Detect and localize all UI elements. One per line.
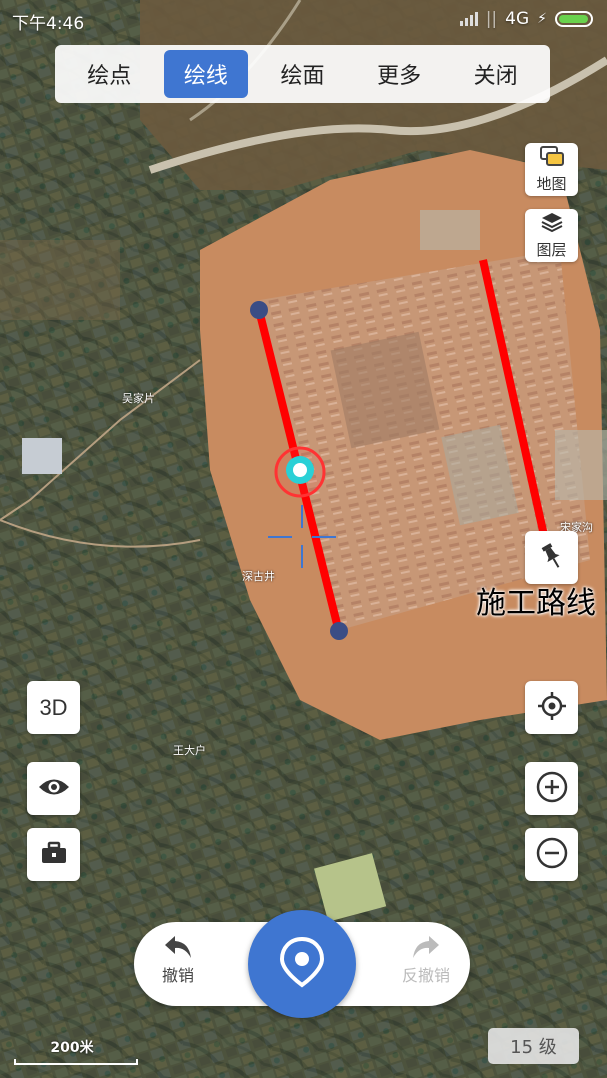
undo-button[interactable]: 撤销 bbox=[146, 934, 210, 986]
gps-location-marker bbox=[274, 446, 326, 498]
scale-label: 200米 bbox=[50, 1040, 94, 1056]
redo-label: 反撤销 bbox=[401, 966, 450, 985]
draw-mode-bar: 绘点 绘线 绘面 更多 关闭 bbox=[55, 45, 550, 103]
signal-icon bbox=[459, 12, 478, 26]
visibility-button[interactable] bbox=[27, 762, 80, 815]
layers-label: 图层 bbox=[536, 241, 567, 259]
network-type: 4G bbox=[505, 9, 530, 29]
basemap-label: 地图 bbox=[536, 175, 567, 193]
mode-draw-point[interactable]: 绘点 bbox=[67, 50, 151, 98]
route-vertex-start[interactable] bbox=[250, 301, 268, 319]
basemap-icon bbox=[539, 145, 565, 171]
charging-icon: ⚡ bbox=[537, 11, 547, 27]
annotation-pin-button[interactable] bbox=[525, 531, 578, 584]
toolbox-icon bbox=[40, 841, 68, 869]
layers-icon bbox=[540, 211, 564, 237]
annotation-label: 施工路线 bbox=[476, 586, 596, 621]
mode-more[interactable]: 更多 bbox=[357, 50, 441, 98]
battery-icon bbox=[555, 11, 593, 27]
zoom-level-badge: 15 级 bbox=[488, 1028, 579, 1064]
3d-label: 3D bbox=[39, 694, 68, 720]
mode-close[interactable]: 关闭 bbox=[454, 50, 538, 98]
status-time: 下午4:46 bbox=[12, 14, 85, 34]
place-label-shenguijing: 深古井 bbox=[242, 570, 275, 583]
locate-button[interactable] bbox=[525, 681, 578, 734]
location-pin-icon bbox=[278, 935, 326, 993]
locate-icon bbox=[537, 691, 567, 725]
eye-icon bbox=[37, 776, 71, 802]
3d-toggle-button[interactable]: 3D bbox=[27, 681, 80, 734]
undo-label: 撤销 bbox=[161, 966, 194, 985]
pin-icon bbox=[537, 541, 567, 575]
zoom-out-button[interactable] bbox=[525, 828, 578, 881]
zoom-out-icon bbox=[535, 836, 569, 874]
zoom-in-button[interactable] bbox=[525, 762, 578, 815]
zoom-in-icon bbox=[535, 770, 569, 808]
undo-icon bbox=[146, 934, 210, 960]
route-vertex-end[interactable] bbox=[330, 622, 348, 640]
basemap-button[interactable]: 地图 bbox=[525, 143, 578, 196]
layers-button[interactable]: 图层 bbox=[525, 209, 578, 262]
place-label-wangdahu: 王大户 bbox=[173, 744, 206, 757]
scale-bar: 200米 bbox=[14, 1037, 138, 1065]
status-bar: 下午4:46 || 4G ⚡ bbox=[0, 0, 607, 38]
place-label-wujiapian: 吴家片 bbox=[122, 392, 155, 405]
add-vertex-button[interactable] bbox=[248, 910, 356, 1018]
mode-draw-line[interactable]: 绘线 bbox=[163, 50, 248, 98]
toolbox-button[interactable] bbox=[27, 828, 80, 881]
redo-icon bbox=[394, 934, 458, 960]
redo-button[interactable]: 反撤销 bbox=[394, 934, 458, 986]
mode-draw-polygon[interactable]: 绘面 bbox=[260, 50, 344, 98]
